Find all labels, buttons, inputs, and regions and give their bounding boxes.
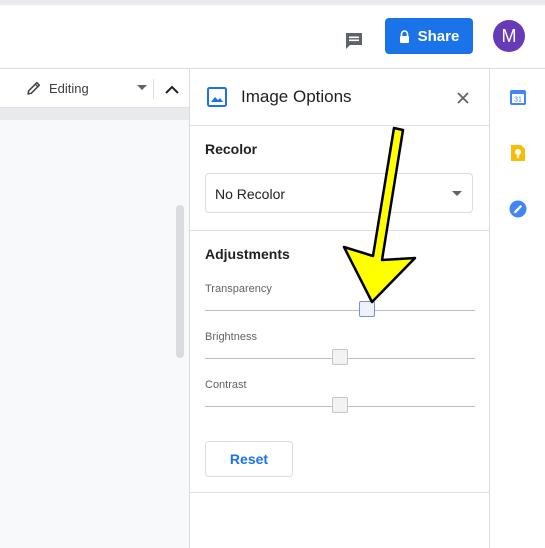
slider-track [205, 310, 475, 311]
comment-history-button[interactable] [340, 27, 368, 55]
avatar-initial: M [501, 25, 517, 46]
calendar-icon[interactable]: 31 [509, 88, 527, 106]
document-canvas[interactable] [0, 120, 189, 548]
contrast-label: Contrast [205, 379, 247, 391]
doc-toolbar: Editing [0, 69, 189, 108]
slider-thumb[interactable] [332, 349, 348, 365]
recolor-select[interactable]: No Recolor [205, 173, 473, 213]
chevron-down-icon [136, 85, 147, 91]
close-panel-button[interactable] [453, 88, 473, 108]
toolbar-divider [153, 79, 154, 99]
tasks-icon[interactable] [509, 200, 527, 218]
document-scrollbar[interactable] [176, 205, 184, 358]
side-panel-rail: 31 [490, 69, 545, 548]
app-header: Share M [0, 5, 545, 69]
transparency-slider[interactable] [205, 300, 475, 320]
adjustments-heading: Adjustments [205, 246, 290, 262]
section-divider [190, 492, 490, 493]
account-avatar[interactable]: M [493, 20, 525, 52]
reset-button[interactable]: Reset [205, 441, 293, 477]
slider-thumb[interactable] [332, 397, 348, 413]
editing-mode-label: Editing [49, 80, 89, 96]
chevron-down-icon [452, 191, 462, 197]
hide-menus-button[interactable] [162, 79, 182, 99]
recolor-heading: Recolor [205, 141, 258, 157]
panel-header: Image Options [190, 69, 490, 126]
close-icon [457, 92, 469, 104]
lock-icon [399, 29, 410, 43]
transparency-label: Transparency [205, 283, 272, 295]
share-label: Share [417, 27, 460, 45]
slider-thumb[interactable] [359, 301, 375, 317]
editing-mode-dropdown[interactable]: Editing [26, 77, 147, 99]
pencil-icon [27, 81, 41, 95]
reset-label: Reset [229, 451, 269, 467]
image-options-panel: Image Options Recolor No Recolor Adjustm… [189, 69, 490, 548]
image-icon [207, 87, 227, 107]
brightness-label: Brightness [205, 331, 257, 343]
section-divider [190, 230, 490, 231]
contrast-slider[interactable] [205, 396, 475, 416]
calendar-day: 31 [514, 97, 522, 104]
keep-icon[interactable] [509, 144, 527, 162]
share-button[interactable]: Share [385, 18, 473, 54]
chevron-up-icon [165, 85, 179, 94]
panel-title: Image Options [241, 87, 352, 106]
recolor-value: No Recolor [215, 186, 286, 202]
ruler [0, 108, 189, 120]
comment-icon [346, 33, 362, 49]
brightness-slider[interactable] [205, 348, 475, 368]
